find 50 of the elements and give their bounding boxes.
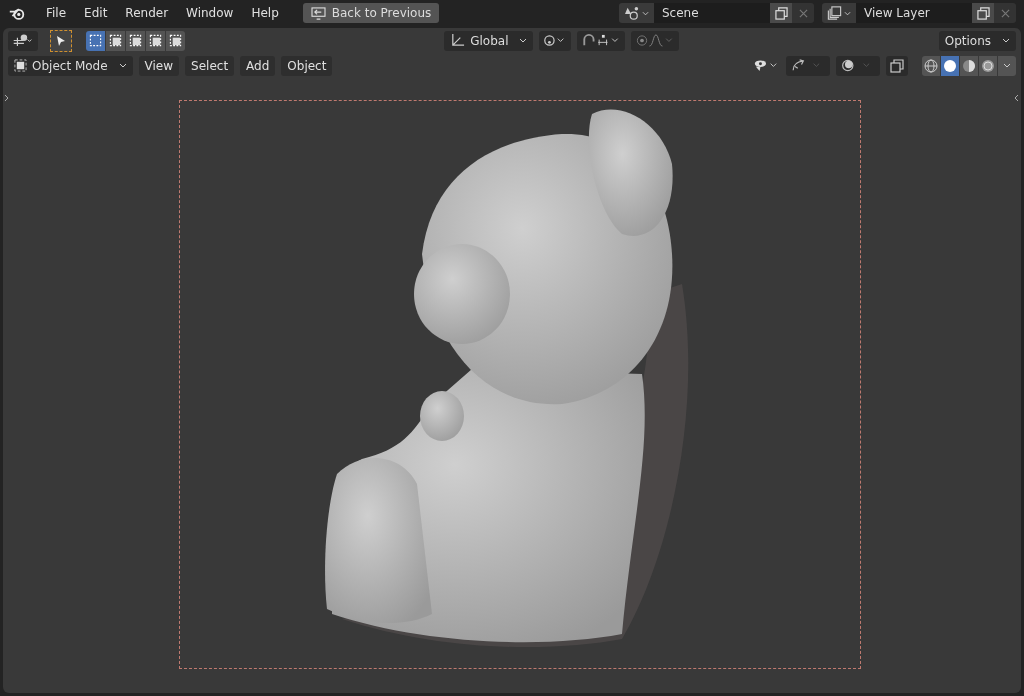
menu-item[interactable]: Window: [178, 3, 242, 23]
close-icon[interactable]: [792, 3, 814, 23]
scene-icon: [624, 6, 640, 20]
axes-icon: [450, 33, 466, 48]
header-menu-item[interactable]: View: [138, 55, 180, 76]
shading-mode-button[interactable]: [960, 55, 978, 76]
xray-button[interactable]: [886, 55, 908, 76]
header-menu-item[interactable]: Select: [185, 55, 235, 76]
cursor-icon: [56, 34, 66, 47]
menu-item[interactable]: Edit: [76, 3, 116, 23]
copy-icon[interactable]: [972, 3, 994, 23]
caret-icon: [1002, 38, 1010, 43]
orientation-dropdown[interactable]: Global: [444, 30, 534, 51]
mode-dropdown[interactable]: Object Mode: [8, 55, 133, 76]
overlay-button[interactable]: [836, 55, 880, 76]
options-dropdown[interactable]: Options: [938, 30, 1016, 51]
snap-button[interactable]: [577, 30, 626, 51]
editor-type-button[interactable]: [8, 30, 38, 51]
selection-mode-button[interactable]: [106, 30, 125, 51]
menu-item[interactable]: File: [38, 3, 75, 23]
gizmo-button[interactable]: [786, 55, 830, 76]
layers-selector[interactable]: [822, 3, 856, 23]
view-layer-field[interactable]: View Layer: [856, 3, 972, 23]
layers-icon: [827, 6, 842, 20]
copy-icon[interactable]: [770, 3, 792, 23]
caret-icon: [118, 63, 127, 68]
caret-icon: [1003, 63, 1011, 68]
selection-mode-button[interactable]: [166, 30, 185, 51]
object-icon: [14, 59, 27, 72]
close-icon[interactable]: [994, 3, 1016, 23]
selection-mode-button[interactable]: [146, 30, 165, 51]
menu-item[interactable]: Help: [243, 3, 287, 23]
header-menu-item[interactable]: Object: [281, 55, 333, 76]
pivot-dropdown[interactable]: [539, 30, 572, 51]
header-menu-item[interactable]: Add: [240, 55, 276, 76]
caret-icon: [642, 10, 649, 16]
caret-icon: [519, 38, 528, 43]
scene-selector[interactable]: [619, 3, 654, 23]
selection-mode-button[interactable]: [86, 30, 105, 51]
back-icon: [310, 6, 326, 20]
menu-item[interactable]: Render: [117, 3, 177, 23]
scene-field[interactable]: Scene: [654, 3, 770, 23]
shading-mode-button[interactable]: [941, 55, 959, 76]
shading-mode-button[interactable]: [979, 55, 997, 76]
selection-mode-button[interactable]: [126, 30, 145, 51]
back-button[interactable]: Back to Previous: [302, 3, 440, 23]
shading-mode-button[interactable]: [922, 55, 940, 76]
proportional-editing-button[interactable]: [631, 30, 680, 51]
caret-icon: [844, 10, 851, 16]
select-tool-button[interactable]: [50, 29, 72, 52]
